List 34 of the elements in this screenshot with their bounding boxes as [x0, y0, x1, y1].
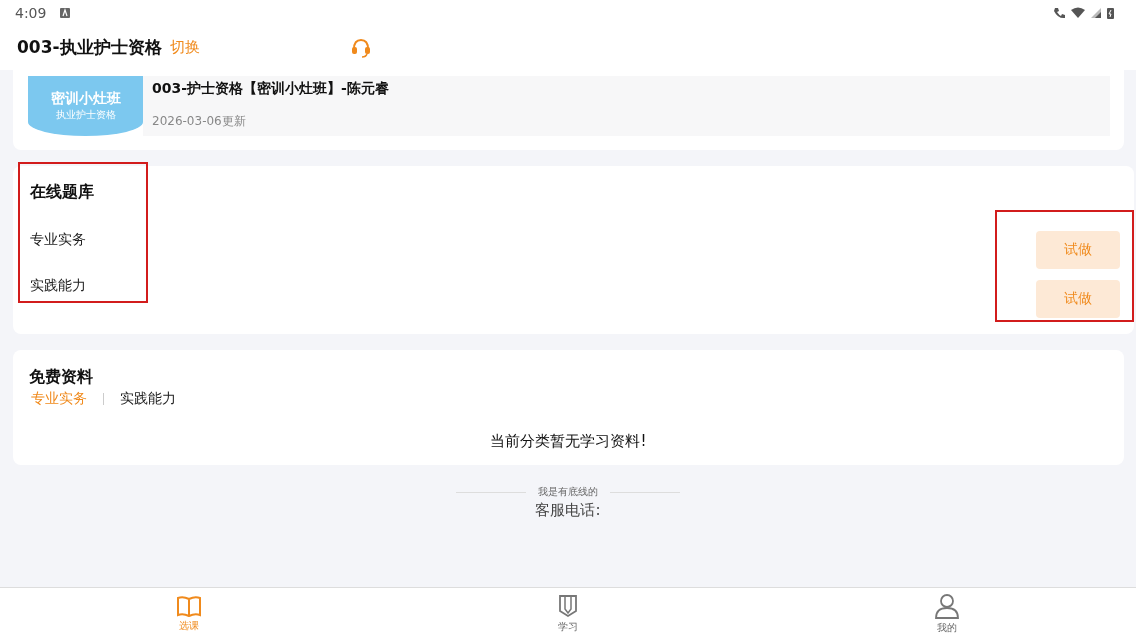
thumbnail-title: 密训小灶班: [50, 90, 121, 108]
headset-icon: [349, 36, 372, 59]
wifi-icon: [1071, 7, 1085, 18]
book-icon: [176, 594, 203, 617]
pencil-icon: [557, 593, 579, 618]
empty-message: 当前分类暂无学习资料!: [489, 432, 648, 451]
nav-label: 选课: [179, 618, 200, 633]
battery-icon: [1107, 6, 1114, 19]
category-tab[interactable]: 专业实务: [29, 390, 89, 408]
notification-icon: [60, 7, 71, 18]
service-phone-label: 客服电话:: [535, 501, 601, 520]
nav-tab[interactable]: 我的: [757, 588, 1136, 639]
nav-tab[interactable]: 学习: [378, 588, 758, 639]
category-tab[interactable]: 实践能力: [118, 390, 178, 408]
clock-time: 4:09: [15, 4, 47, 21]
thumbnail-subtitle: 执业护士资格: [55, 108, 116, 122]
switch-link[interactable]: 切换: [169, 38, 200, 57]
try-button[interactable]: 试做: [1036, 280, 1120, 318]
nav-label: 学习: [558, 619, 578, 634]
end-of-list-text: 我是有底线的: [538, 485, 598, 499]
person-icon: [933, 592, 960, 619]
update-date: 2026-03-06更新: [152, 113, 247, 130]
course-title: 003-护士资格【密训小灶班】-陈元睿: [152, 80, 390, 98]
section-title: 在线题库: [30, 182, 95, 203]
signal-icon: [1091, 7, 1101, 18]
nav-tab[interactable]: 选课: [0, 588, 379, 639]
subject-name: 实践能力: [30, 277, 87, 295]
subject-name: 专业实务: [30, 231, 87, 249]
nav-label: 我的: [936, 620, 957, 635]
phone-icon: [1053, 6, 1065, 19]
try-button[interactable]: 试做: [1036, 231, 1120, 269]
section-title: 免费资料: [29, 367, 94, 388]
course-info-panel[interactable]: 003-护士资格【密训小灶班】-陈元睿 2026-03-06更新: [143, 76, 1110, 136]
exam-title: 003-执业护士资格: [17, 36, 162, 59]
